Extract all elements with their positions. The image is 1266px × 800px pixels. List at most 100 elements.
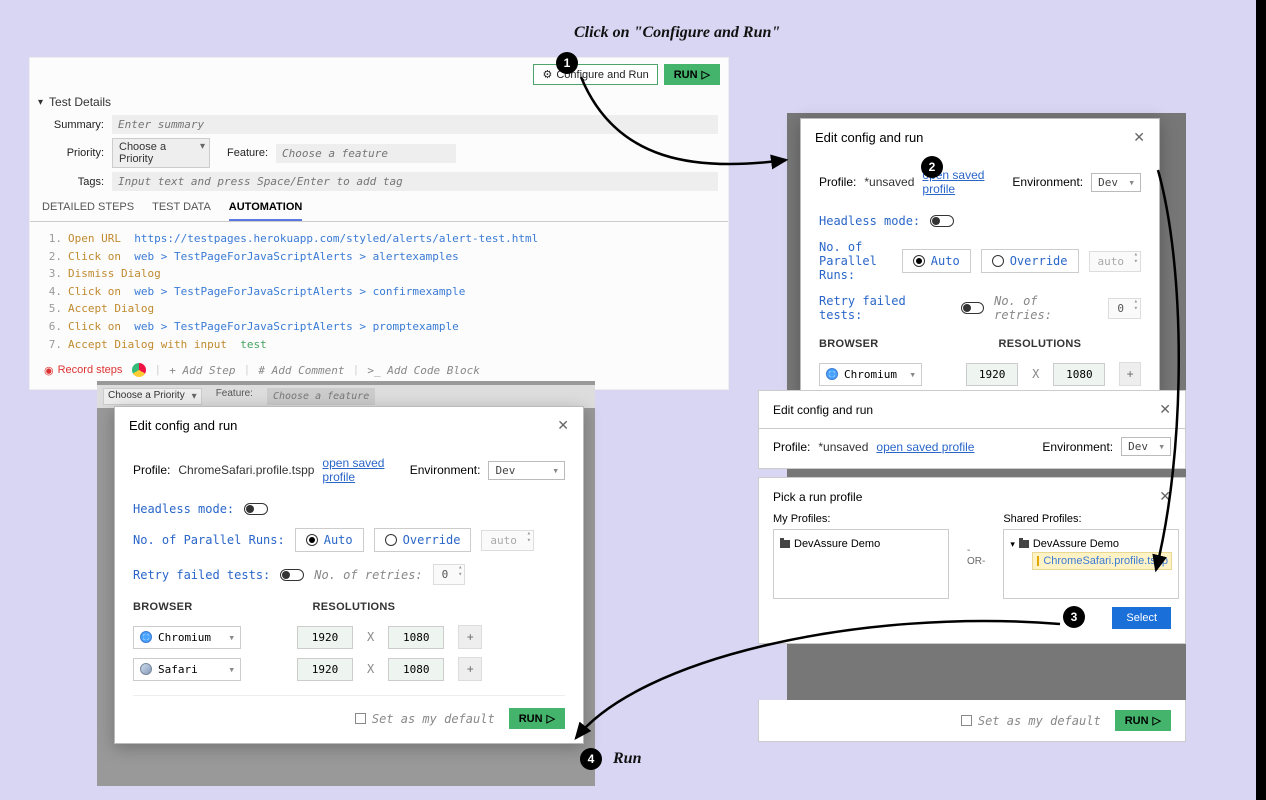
shared-profiles-box[interactable]: ▾ DevAssure Demo ChromeSafari.profile.ts… (1003, 529, 1179, 599)
open-saved-profile-link[interactable]: open saved profile (322, 456, 393, 484)
browser-select[interactable]: Chromium (819, 363, 922, 386)
folder-icon (780, 540, 790, 548)
browser-select[interactable]: Chromium (133, 626, 241, 649)
priority-label: Priority: (40, 147, 104, 159)
section-title: Test Details (49, 95, 111, 109)
add-code-block[interactable]: >_ Add Code Block (367, 364, 480, 377)
add-resolution-button[interactable]: + (458, 625, 482, 649)
headless-toggle[interactable] (244, 503, 268, 515)
retry-row: Retry failed tests: No. of retries: 0 (819, 288, 1141, 328)
tags-label: Tags: (40, 176, 104, 188)
play-icon: ▷ (1153, 714, 1161, 727)
run-button[interactable]: RUN ▷ (1115, 710, 1171, 731)
res-height[interactable]: 1080 (388, 626, 444, 649)
priority-select[interactable]: Choose a Priority (112, 138, 210, 168)
feature-input[interactable] (276, 144, 456, 163)
environment-label: Environment: (1042, 440, 1113, 454)
open-saved-profile-link[interactable]: open saved profile (876, 440, 974, 454)
tab-automation[interactable]: AUTOMATION (229, 201, 303, 221)
tab-test-data[interactable]: TEST DATA (152, 201, 211, 221)
radio-icon (992, 255, 1004, 267)
modal-title: Edit config and run (815, 130, 923, 145)
modal-footer: Set as my default RUN ▷ (758, 700, 1186, 742)
auto-value[interactable]: auto (1089, 251, 1142, 272)
run-label: RUN (674, 69, 698, 81)
environment-select[interactable]: Dev (1121, 437, 1171, 456)
profile-name: *unsaved (864, 175, 914, 189)
res-width[interactable]: 1920 (297, 658, 353, 681)
profile-label: Profile: (819, 175, 856, 189)
folder-item[interactable]: ▾ DevAssure Demo (1010, 536, 1172, 552)
priority-feature-row: Priority: Choose a Priority Feature: (30, 136, 728, 170)
add-step[interactable]: + Add Step (169, 364, 235, 377)
run-button[interactable]: RUN ▷ (664, 64, 720, 85)
environment-select[interactable]: Dev (488, 461, 565, 480)
profile-name: ChromeSafari.profile.tspp (178, 463, 314, 477)
bg-feature-input: Choose a feature (267, 388, 375, 405)
res-height[interactable]: 1080 (388, 658, 444, 681)
set-default-checkbox[interactable]: Set as my default (355, 712, 495, 726)
chromium-icon (826, 368, 838, 380)
step-row[interactable]: 1.Open URL https://testpages.herokuapp.c… (44, 230, 714, 248)
headless-row: Headless mode: (819, 208, 1141, 234)
step-row[interactable]: 4.Click on web > TestPageForJavaScriptAl… (44, 283, 714, 301)
res-height[interactable]: 1080 (1053, 363, 1105, 386)
shared-profiles-header: Shared Profiles: (1003, 513, 1179, 529)
res-width[interactable]: 1920 (966, 363, 1018, 386)
override-radio[interactable]: Override (374, 528, 472, 552)
add-resolution-button[interactable]: + (1119, 362, 1141, 386)
retry-toggle[interactable] (961, 302, 984, 314)
record-steps[interactable]: ◉Record steps (44, 364, 122, 377)
my-profiles-box[interactable]: DevAssure Demo (773, 529, 949, 599)
step-row[interactable]: 3.Dismiss Dialog (44, 265, 714, 283)
profile-file-item[interactable]: ChromeSafari.profile.tspp (1032, 552, 1172, 570)
res-width[interactable]: 1920 (297, 626, 353, 649)
profile-label: Profile: (773, 440, 810, 454)
chevron-down-icon: ▾ (1010, 539, 1015, 550)
play-icon: ▷ (702, 68, 710, 81)
close-icon[interactable]: ✕ (1159, 401, 1171, 418)
run-button[interactable]: RUN ▷ (509, 708, 565, 729)
section-header[interactable]: ▾ Test Details (30, 91, 728, 113)
automation-steps: 1.Open URL https://testpages.herokuapp.c… (30, 222, 728, 359)
folder-icon (1019, 540, 1029, 548)
parallel-row: No. of Parallel Runs: Auto Override auto (819, 234, 1141, 288)
step-row[interactable]: 5.Accept Dialog (44, 300, 714, 318)
close-icon[interactable]: ✕ (557, 417, 569, 434)
step-row[interactable]: 7.Accept Dialog with input test (44, 336, 714, 354)
close-icon[interactable]: ✕ (1159, 488, 1171, 505)
environment-label: Environment: (410, 463, 481, 477)
override-radio[interactable]: Override (981, 249, 1079, 273)
configure-and-run-button[interactable]: ⚙ Configure and Run (533, 64, 657, 85)
folder-item[interactable]: DevAssure Demo (780, 536, 942, 552)
step-row[interactable]: 6.Click on web > TestPageForJavaScriptAl… (44, 318, 714, 336)
file-icon (1037, 556, 1039, 566)
play-icon: ▷ (547, 712, 555, 725)
auto-value[interactable]: auto (481, 530, 534, 551)
picker-title: Pick a run profile (773, 490, 862, 504)
chrome-icon[interactable] (132, 363, 146, 377)
set-default-checkbox[interactable]: Set as my default (961, 714, 1101, 728)
select-button[interactable]: Select (1112, 607, 1171, 629)
retries-value[interactable]: 0 (433, 564, 466, 585)
radio-icon (306, 534, 318, 546)
auto-radio[interactable]: Auto (902, 249, 971, 273)
tags-input[interactable] (112, 172, 718, 191)
modal-title: Edit config and run (773, 403, 873, 417)
summary-input[interactable] (112, 115, 718, 134)
retry-row: Retry failed tests: No. of retries: 0 (133, 558, 565, 591)
retry-toggle[interactable] (280, 569, 304, 581)
browser-select[interactable]: Safari (133, 658, 241, 681)
badge-3: 3 (1063, 606, 1085, 628)
profile-name: *unsaved (818, 440, 868, 454)
close-icon[interactable]: ✕ (1133, 129, 1145, 146)
retries-value[interactable]: 0 (1108, 298, 1141, 319)
add-comment[interactable]: # Add Comment (258, 364, 344, 377)
tab-detailed-steps[interactable]: DETAILED STEPS (42, 201, 134, 221)
auto-radio[interactable]: Auto (295, 528, 364, 552)
badge-2: 2 (921, 156, 943, 178)
add-resolution-button[interactable]: + (458, 657, 482, 681)
headless-toggle[interactable] (930, 215, 954, 227)
step-row[interactable]: 2.Click on web > TestPageForJavaScriptAl… (44, 248, 714, 266)
environment-select[interactable]: Dev (1091, 173, 1141, 192)
